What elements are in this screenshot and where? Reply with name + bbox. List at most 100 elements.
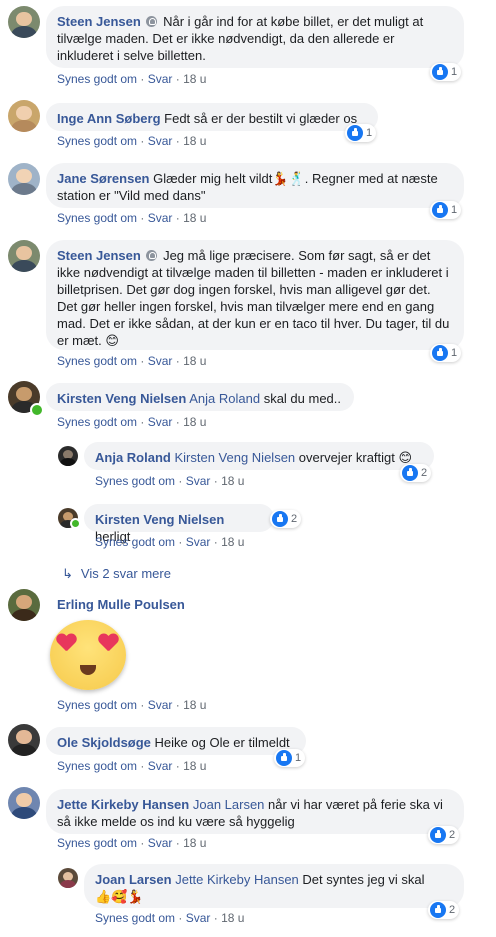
reaction-count[interactable]: 2 [400, 464, 432, 482]
shield-icon [146, 250, 158, 261]
like-icon [432, 202, 448, 218]
reply-button[interactable]: Svar [148, 354, 173, 368]
avatar[interactable] [8, 787, 40, 819]
reply-button[interactable]: Svar [186, 535, 211, 549]
like-icon [272, 511, 288, 527]
reply-button[interactable]: Svar [148, 415, 173, 429]
timestamp[interactable]: 18 u [183, 759, 206, 773]
shield-icon [146, 16, 158, 27]
comment-author[interactable]: Erling Mulle Poulsen [57, 597, 185, 612]
comment-text: overvejer kraftigt [298, 450, 395, 465]
reaction-count[interactable]: 1 [430, 63, 462, 81]
timestamp[interactable]: 18 u [183, 698, 206, 712]
reaction-count[interactable]: 1 [345, 124, 377, 142]
timestamp[interactable]: 18 u [221, 535, 244, 549]
timestamp[interactable]: 18 u [221, 474, 244, 488]
reply-button[interactable]: Svar [148, 211, 173, 225]
avatar[interactable] [8, 589, 40, 621]
reply-bubble: Kirsten Veng Nielsen herligt [84, 504, 274, 544]
comment-bubble: Steen Jensen Jeg må lige præcisere. Som … [46, 240, 464, 350]
tagged-user[interactable]: Joan Larsen [193, 797, 265, 812]
avatar[interactable] [8, 163, 40, 195]
comment-bubble: Ole Skjoldsøge Heike og Ole er tilmeldt [46, 727, 306, 755]
like-button[interactable]: Synes godt om [95, 535, 175, 549]
comment-author[interactable]: Steen Jensen [57, 248, 141, 263]
comment-author[interactable]: Jane Sørensen [57, 171, 150, 186]
reaction-count[interactable]: 2 [428, 901, 460, 919]
reply-bubble: Anja Roland Kirsten Veng Nielsen overvej… [84, 442, 434, 470]
comment-meta: Synes godt om · Svar · 18 u [57, 415, 207, 429]
avatar[interactable] [58, 446, 78, 466]
timestamp[interactable]: 18 u [183, 354, 206, 368]
comment-bubble: Steen Jensen Når i går ind for at købe b… [46, 6, 464, 68]
avatar[interactable] [8, 6, 40, 38]
smile-emoji: 😊 [105, 333, 119, 348]
comment-text: Glæder mig helt vildt [153, 171, 273, 186]
comment-author[interactable]: Jette Kirkeby Hansen [57, 797, 189, 812]
comment-meta: Synes godt om · Svar · 18 u [57, 836, 207, 850]
like-button[interactable]: Synes godt om [57, 698, 137, 712]
like-button[interactable]: Synes godt om [57, 836, 137, 850]
reaction-count[interactable]: 2 [270, 510, 302, 528]
reply-button[interactable]: Svar [186, 911, 211, 925]
like-button[interactable]: Synes godt om [57, 72, 137, 86]
view-more-replies[interactable]: ↳ Vis 2 svar mere [62, 566, 171, 582]
like-icon [430, 827, 446, 843]
comment-author[interactable]: Ole Skjoldsøge [57, 735, 151, 750]
reply-bubble: Joan Larsen Jette Kirkeby Hansen Det syn… [84, 864, 464, 908]
reply-button[interactable]: Svar [186, 474, 211, 488]
like-button[interactable]: Synes godt om [57, 134, 137, 148]
timestamp[interactable]: 18 u [183, 836, 206, 850]
like-button[interactable]: Synes godt om [95, 474, 175, 488]
comment-bubble: Jette Kirkeby Hansen Joan Larsen når vi … [46, 789, 464, 834]
comment-text: Fedt så er der bestilt vi glæder os [164, 111, 358, 126]
reply-button[interactable]: Svar [148, 134, 173, 148]
timestamp[interactable]: 18 u [183, 211, 206, 225]
comment-author[interactable]: Steen Jensen [57, 14, 141, 29]
heart-eyes-emoji [50, 620, 126, 690]
tagged-user[interactable]: Jette Kirkeby Hansen [175, 872, 299, 887]
reaction-count[interactable]: 1 [430, 201, 462, 219]
avatar[interactable] [8, 100, 40, 132]
avatar[interactable] [8, 724, 40, 756]
like-icon [347, 125, 363, 141]
reaction-count[interactable]: 1 [430, 344, 462, 362]
comment-meta: Synes godt om · Svar · 18 u [57, 134, 207, 148]
reply-button[interactable]: Svar [148, 72, 173, 86]
reaction-count[interactable]: 2 [428, 826, 460, 844]
timestamp[interactable]: 18 u [183, 134, 206, 148]
comment-meta: Synes godt om · Svar · 18 u [57, 72, 207, 86]
comment-text: Heike og Ole er tilmeldt [154, 735, 290, 750]
avatar[interactable] [58, 868, 78, 888]
comment-author[interactable]: Kirsten Veng Nielsen [57, 391, 186, 406]
comment-author[interactable]: Kirsten Veng Nielsen [95, 512, 224, 527]
comment-author[interactable]: Anja Roland [95, 450, 171, 465]
like-button[interactable]: Synes godt om [95, 911, 175, 925]
comment-meta: Synes godt om · Svar · 18 u [57, 211, 207, 225]
tagged-user[interactable]: Kirsten Veng Nielsen [174, 450, 295, 465]
like-button[interactable]: Synes godt om [57, 759, 137, 773]
timestamp[interactable]: 18 u [183, 415, 206, 429]
comment-text: Det syntes jeg vi skal [302, 872, 425, 887]
reply-button[interactable]: Svar [148, 698, 173, 712]
reply-arrow-icon: ↳ [62, 566, 73, 581]
like-button[interactable]: Synes godt om [57, 211, 137, 225]
comment-bubble: Jane Sørensen Glæder mig helt vildt💃🕺. R… [46, 163, 464, 208]
like-button[interactable]: Synes godt om [57, 354, 137, 368]
like-icon [430, 902, 446, 918]
comment-author[interactable]: Inge Ann Søberg [57, 111, 161, 126]
timestamp[interactable]: 18 u [221, 911, 244, 925]
reaction-count[interactable]: 1 [274, 749, 306, 767]
online-indicator [70, 518, 81, 529]
timestamp[interactable]: 18 u [183, 72, 206, 86]
reply-button[interactable]: Svar [148, 759, 173, 773]
like-button[interactable]: Synes godt om [57, 415, 137, 429]
tagged-user[interactable]: Anja Roland [189, 391, 260, 406]
dance-emoji: 💃🕺 [272, 171, 305, 186]
comment-meta: Synes godt om · Svar · 18 u [57, 698, 207, 712]
comment-text: skal du med.. [263, 391, 342, 406]
like-icon [402, 465, 418, 481]
comment-author[interactable]: Joan Larsen [95, 872, 172, 887]
avatar[interactable] [8, 240, 40, 272]
reply-button[interactable]: Svar [148, 836, 173, 850]
